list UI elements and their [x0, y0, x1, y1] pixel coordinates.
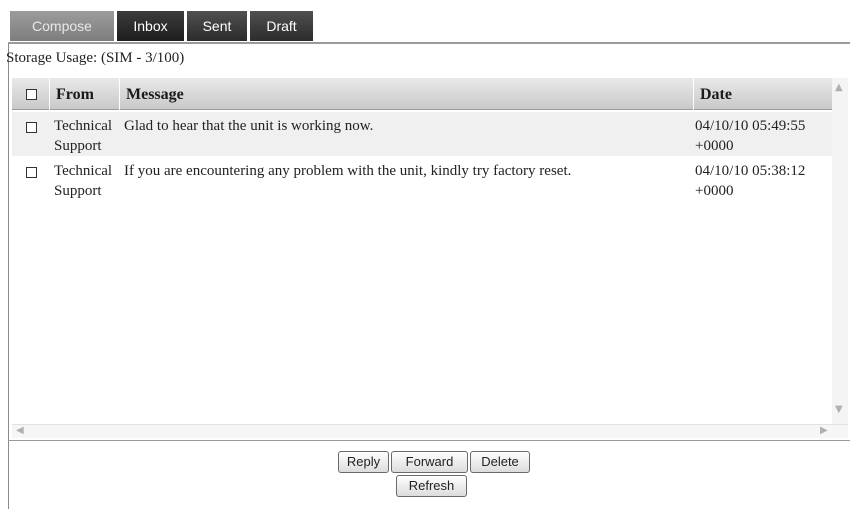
column-date[interactable]: Date [694, 78, 832, 110]
select-all-cell [12, 78, 50, 110]
column-message[interactable]: Message [120, 78, 694, 110]
tab-bar: Compose Inbox Sent Draft [8, 0, 850, 44]
date-line: 04/10/10 05:38:12 [695, 163, 806, 179]
scroll-left-icon[interactable]: ◀ [16, 425, 24, 436]
column-from[interactable]: From [50, 78, 120, 110]
select-all-checkbox[interactable] [26, 89, 37, 100]
reply-button[interactable]: Reply [338, 451, 389, 473]
divider [8, 440, 850, 441]
vertical-scrollbar[interactable]: ▲ ▼ [832, 78, 848, 424]
scroll-up-icon[interactable]: ▲ [835, 82, 843, 93]
row-message[interactable]: Glad to hear that the unit is working no… [124, 116, 373, 136]
tab-draft[interactable]: Draft [250, 11, 313, 41]
grid-header: From Message Date [12, 78, 832, 110]
forward-button[interactable]: Forward [391, 451, 468, 473]
from-line: Support [54, 183, 102, 199]
horizontal-scrollbar[interactable]: ◀ ▶ [12, 424, 848, 438]
date-line: +0000 [695, 138, 734, 154]
refresh-button[interactable]: Refresh [396, 475, 467, 497]
tab-inbox[interactable]: Inbox [117, 11, 184, 41]
row-checkbox[interactable] [26, 167, 37, 178]
row-from: Technical Support [54, 161, 112, 201]
delete-button[interactable]: Delete [470, 451, 530, 473]
date-line: 04/10/10 05:49:55 [695, 118, 806, 134]
from-line: Technical [54, 118, 113, 134]
table-row[interactable]: Technical Support If you are encounterin… [12, 157, 832, 201]
scroll-down-icon[interactable]: ▼ [835, 404, 843, 415]
row-date: 04/10/10 05:49:55 +0000 [695, 116, 805, 156]
from-line: Technical [54, 163, 113, 179]
row-message[interactable]: If you are encountering any problem with… [124, 161, 571, 181]
row-checkbox[interactable] [26, 122, 37, 133]
row-from: Technical Support [54, 116, 112, 156]
message-grid: From Message Date Technical Support Glad… [12, 78, 832, 424]
scroll-right-icon[interactable]: ▶ [820, 425, 828, 436]
row-date: 04/10/10 05:38:12 +0000 [695, 161, 805, 201]
date-line: +0000 [695, 183, 734, 199]
from-line: Support [54, 138, 102, 154]
table-row[interactable]: Technical Support Glad to hear that the … [12, 112, 832, 156]
storage-usage: Storage Usage: (SIM - 3/100) [6, 50, 185, 66]
tab-sent[interactable]: Sent [187, 11, 247, 41]
tab-compose[interactable]: Compose [10, 11, 114, 41]
